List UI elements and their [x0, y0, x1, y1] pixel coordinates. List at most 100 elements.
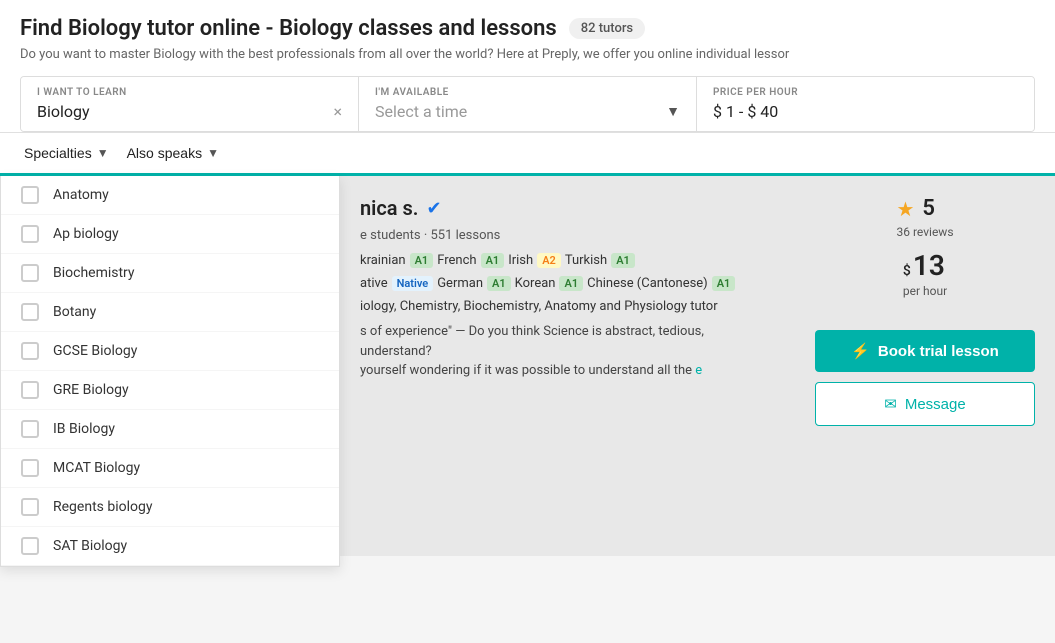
lang-native-text: ative [360, 276, 388, 291]
tutor-card: nica s. ✔ e students · 551 lessons krain… [340, 176, 1055, 556]
tutor-count-badge: 82 tutors [569, 18, 645, 39]
checkbox-label: Biochemistry [53, 265, 135, 281]
lang-badge-german: A1 [487, 276, 511, 291]
message-button[interactable]: ✉ Message [815, 382, 1035, 426]
reviews-count: 36 [896, 225, 910, 239]
price-input-row: $ 1 - $ 40 [713, 102, 1018, 121]
also-speaks-button[interactable]: Also speaks ▼ [123, 143, 223, 163]
checkbox-label: Regents biology [53, 499, 152, 515]
read-more-link[interactable]: e [695, 363, 702, 378]
rating-reviews-block: ★ 5 36 reviews [896, 196, 953, 241]
want-to-learn-value: Biology [37, 102, 90, 121]
dropdown-item[interactable]: Anatomy [1, 176, 339, 215]
dropdown-item[interactable]: GRE Biology [1, 371, 339, 410]
checkbox[interactable] [21, 381, 39, 399]
lang-badge-chinese: A1 [712, 276, 736, 291]
chevron-down-icon: ▼ [666, 103, 680, 120]
message-label: Message [905, 396, 966, 413]
lang-badge-turkish: A1 [611, 253, 635, 268]
lang-irish: Irish [508, 253, 533, 268]
lightning-icon: ⚡ [851, 342, 870, 360]
dropdown-item[interactable]: GCSE Biology [1, 332, 339, 371]
checkbox-label: MCAT Biology [53, 460, 140, 476]
book-trial-label: Book trial lesson [878, 343, 999, 360]
per-hour-text: per hour [903, 284, 947, 298]
checkbox[interactable] [21, 186, 39, 204]
dropdown-item[interactable]: Botany [1, 293, 339, 332]
dropdown-item[interactable]: SAT Biology [1, 527, 339, 566]
checkbox-label: GCSE Biology [53, 343, 137, 359]
available-placeholder: Select a time [375, 102, 467, 121]
lang-french: French [437, 253, 476, 268]
message-icon: ✉ [884, 395, 897, 413]
want-to-learn-section[interactable]: I WANT TO LEARN Biology × [21, 77, 359, 131]
main-content: Anatomy Ap biology Biochemistry Botany GCSE … [0, 176, 1055, 556]
checkbox-label: Anatomy [53, 187, 109, 203]
clear-icon[interactable]: × [333, 102, 342, 121]
languages-row-2: ative Native German A1 Korean A1 Chinese… [360, 276, 795, 291]
dropdown-item[interactable]: Biochemistry [1, 254, 339, 293]
dropdown-scroll-area[interactable]: Anatomy Ap biology Biochemistry Botany GCSE … [1, 176, 339, 566]
checkbox-label: SAT Biology [53, 538, 127, 554]
dropdown-item[interactable]: Regents biology [1, 488, 339, 527]
checkbox[interactable] [21, 537, 39, 555]
tutor-name: nica s. [360, 196, 418, 220]
checkbox-label: IB Biology [53, 421, 115, 437]
rating-row: ★ 5 [896, 196, 953, 221]
reviews-label: reviews [913, 225, 954, 239]
page-title: Find Biology tutor online - Biology clas… [20, 16, 557, 41]
also-speaks-label: Also speaks [127, 145, 202, 161]
description-line-3: yourself wondering if it was possible to… [360, 363, 692, 378]
lang-ukrainian: krainian [360, 253, 406, 268]
star-icon: ★ [896, 197, 914, 221]
lang-badge-irish: A2 [537, 253, 561, 268]
tutor-name-row: nica s. ✔ [360, 196, 795, 220]
lang-chinese: Chinese (Cantonese) [587, 276, 708, 291]
checkbox[interactable] [21, 420, 39, 438]
checkbox[interactable] [21, 498, 39, 516]
specialties-chevron-icon: ▼ [97, 146, 109, 160]
checkbox[interactable] [21, 342, 39, 360]
want-to-learn-label: I WANT TO LEARN [37, 87, 342, 98]
price-block: $ 13 per hour [903, 249, 947, 314]
lang-badge-ukrainian: A1 [410, 253, 434, 268]
available-section[interactable]: I'M AVAILABLE Select a time ▼ [359, 77, 697, 131]
specialties-bar: Specialties ▼ Also speaks ▼ [0, 133, 1055, 176]
price-number: 13 [913, 249, 945, 282]
lang-turkish: Turkish [565, 253, 607, 268]
checkbox-label: Ap biology [53, 226, 119, 242]
price-label: PRICE PER HOUR [713, 87, 1018, 98]
description-line-2: understand? [360, 344, 432, 359]
checkbox-label: Botany [53, 304, 96, 320]
rating-number: 5 [922, 196, 935, 221]
lang-badge-korean: A1 [559, 276, 583, 291]
tutor-stats: e students · 551 lessons [360, 228, 795, 243]
lang-german: German [437, 276, 483, 291]
checkbox[interactable] [21, 303, 39, 321]
page-header: Find Biology tutor online - Biology clas… [0, 0, 1055, 133]
dropdown-item[interactable]: Ap biology [1, 215, 339, 254]
tutor-area: nica s. ✔ e students · 551 lessons krain… [340, 176, 1055, 556]
languages-row: krainian A1 French A1 Irish A2 Turkish A… [360, 253, 795, 268]
price-section[interactable]: PRICE PER HOUR $ 1 - $ 40 [697, 77, 1034, 131]
filter-bar: I WANT TO LEARN Biology × I'M AVAILABLE … [20, 76, 1035, 132]
tutor-description: s of experience" — Do you think Science … [360, 322, 795, 381]
verified-icon: ✔ [426, 198, 441, 219]
checkbox[interactable] [21, 264, 39, 282]
want-to-learn-input-row: Biology × [37, 102, 342, 121]
dropdown-item[interactable]: MCAT Biology [1, 449, 339, 488]
specialties-button[interactable]: Specialties ▼ [20, 143, 113, 163]
tutor-card-inner: nica s. ✔ e students · 551 lessons krain… [360, 196, 1035, 426]
title-row: Find Biology tutor online - Biology clas… [20, 16, 1035, 41]
price-value: $ 1 - $ 40 [713, 102, 778, 121]
dropdown-item[interactable]: IB Biology [1, 410, 339, 449]
tutor-info: nica s. ✔ e students · 551 lessons krain… [360, 196, 795, 426]
checkbox[interactable] [21, 459, 39, 477]
book-trial-button[interactable]: ⚡ Book trial lesson [815, 330, 1035, 372]
checkbox[interactable] [21, 225, 39, 243]
description-line-1: s of experience" — Do you think Science … [360, 324, 704, 339]
reviews-text: 36 reviews [896, 225, 953, 239]
tutor-actions-column: ★ 5 36 reviews $ 13 per hour [815, 196, 1035, 426]
available-input-row: Select a time ▼ [375, 102, 680, 121]
available-label: I'M AVAILABLE [375, 87, 680, 98]
